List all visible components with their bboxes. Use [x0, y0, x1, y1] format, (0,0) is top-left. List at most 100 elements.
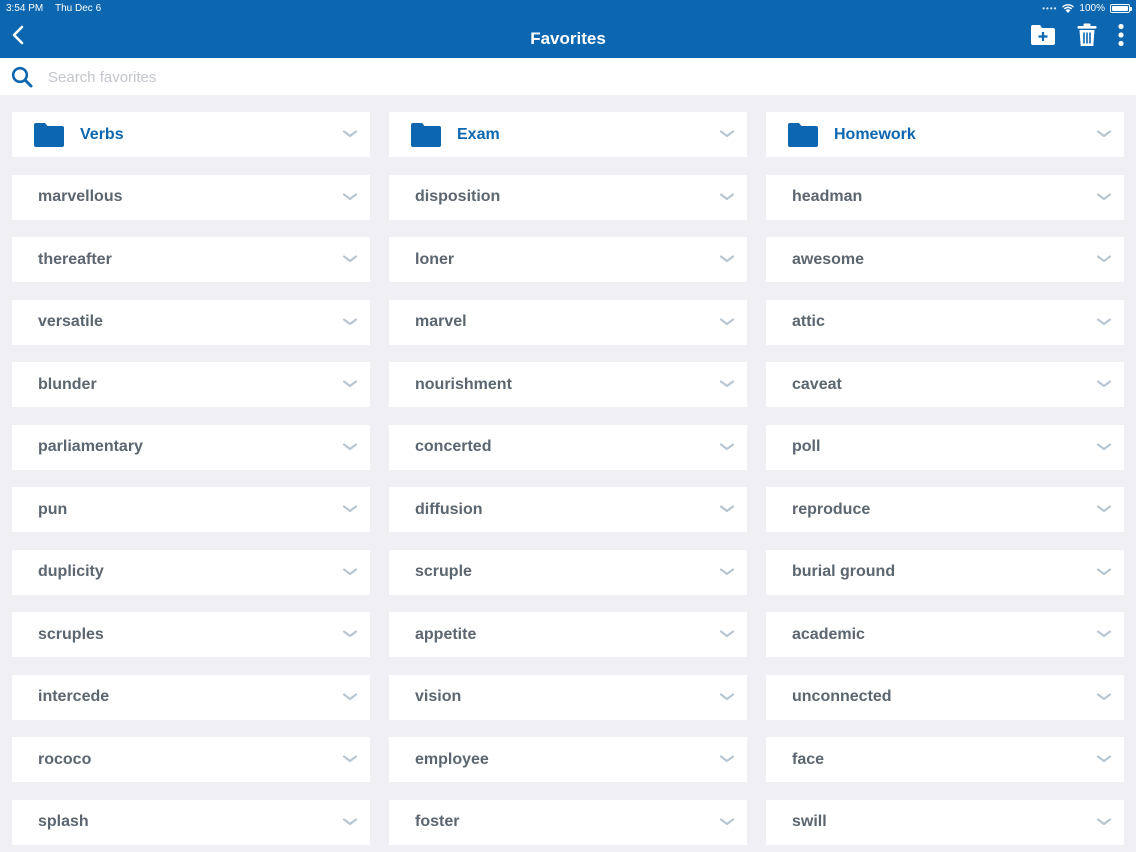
favorite-word-item[interactable]: marvel — [389, 299, 747, 345]
new-folder-icon[interactable] — [1030, 23, 1056, 47]
word-label: rococo — [38, 750, 92, 768]
favorite-word-item[interactable]: marvellous — [12, 174, 370, 220]
search-input[interactable] — [48, 66, 1118, 88]
word-label: loner — [415, 250, 455, 268]
favorite-word-item[interactable]: face — [766, 737, 1124, 782]
favorite-word-item[interactable]: disposition — [389, 174, 747, 220]
word-label: marvellous — [38, 188, 123, 205]
word-label: nourishment — [415, 375, 512, 393]
favorite-word-item[interactable]: vision — [389, 674, 747, 720]
favorite-word-item[interactable]: attic — [766, 299, 1124, 345]
word-label: awesome — [792, 250, 865, 268]
chevron-down-icon[interactable] — [342, 817, 358, 827]
chevron-down-icon[interactable] — [719, 317, 735, 327]
favorite-word-item[interactable]: intercede — [12, 674, 370, 720]
chevron-down-icon[interactable] — [1096, 254, 1112, 264]
word-label: disposition — [415, 188, 501, 205]
status-time: 3:54 PM — [6, 3, 44, 14]
word-label: scruple — [415, 563, 472, 580]
chevron-down-icon[interactable] — [342, 692, 358, 702]
chevron-down-icon[interactable] — [1096, 379, 1112, 389]
folder-icon — [788, 122, 818, 147]
folder-card[interactable]: Exam — [389, 112, 747, 157]
chevron-down-icon[interactable] — [1096, 442, 1112, 452]
chevron-down-icon[interactable] — [719, 754, 735, 764]
battery-percent: 100% — [1079, 3, 1105, 14]
chevron-down-icon[interactable] — [1096, 754, 1112, 764]
word-label: unconnected — [792, 688, 892, 705]
favorite-word-item[interactable]: reproduce — [766, 487, 1124, 532]
favorite-word-item[interactable]: diffusion — [389, 487, 747, 532]
favorite-word-item[interactable]: poll — [766, 424, 1124, 470]
chevron-down-icon[interactable] — [1096, 817, 1112, 827]
chevron-down-icon[interactable] — [1096, 504, 1112, 514]
chevron-down-icon[interactable] — [719, 817, 735, 827]
chevron-down-icon[interactable] — [342, 754, 358, 764]
chevron-down-icon[interactable] — [719, 192, 735, 202]
chevron-down-icon[interactable] — [342, 442, 358, 452]
word-label: appetite — [415, 625, 477, 643]
favorite-word-item[interactable]: blunder — [12, 362, 370, 407]
word-label: blunder — [38, 375, 97, 393]
word-label: foster — [415, 813, 460, 830]
chevron-down-icon[interactable] — [342, 317, 358, 327]
chevron-down-icon[interactable] — [342, 567, 358, 577]
favorite-word-item[interactable]: pun — [12, 487, 370, 532]
word-label: employee — [415, 750, 489, 768]
more-vertical-icon[interactable] — [1116, 23, 1126, 47]
status-date: Thu Dec 6 — [55, 3, 102, 14]
chevron-down-icon[interactable] — [342, 192, 358, 202]
favorite-word-item[interactable]: thereafter — [12, 237, 370, 282]
word-label: swill — [792, 813, 827, 830]
chevron-down-icon[interactable] — [719, 254, 735, 264]
favorite-word-item[interactable]: parliamentary — [12, 424, 370, 470]
chevron-down-icon[interactable] — [342, 629, 358, 639]
word-label: thereafter — [38, 250, 112, 268]
chevron-down-icon[interactable] — [1096, 692, 1112, 702]
favorite-word-item[interactable]: versatile — [12, 299, 370, 345]
chevron-down-icon[interactable] — [342, 254, 358, 264]
trash-icon[interactable] — [1077, 23, 1097, 47]
favorite-word-item[interactable]: duplicity — [12, 549, 370, 595]
word-label: poll — [792, 438, 821, 455]
chevron-down-icon[interactable] — [719, 504, 735, 514]
chevron-down-icon[interactable] — [342, 129, 358, 139]
favorite-word-item[interactable]: caveat — [766, 362, 1124, 407]
favorite-word-item[interactable]: scruple — [389, 549, 747, 595]
favorite-word-item[interactable]: burial ground — [766, 549, 1124, 595]
favorite-word-item[interactable]: academic — [766, 612, 1124, 657]
favorite-word-item[interactable]: employee — [389, 737, 747, 782]
favorite-word-item[interactable]: appetite — [389, 612, 747, 657]
chevron-down-icon[interactable] — [342, 379, 358, 389]
folder-icon — [34, 122, 64, 147]
favorite-word-item[interactable]: nourishment — [389, 362, 747, 407]
favorite-word-item[interactable]: awesome — [766, 237, 1124, 282]
favorite-word-item[interactable]: loner — [389, 237, 747, 282]
word-label: face — [792, 750, 825, 768]
favorite-word-item[interactable]: splash — [12, 799, 370, 845]
favorite-word-item[interactable]: foster — [389, 799, 747, 845]
word-label: duplicity — [38, 563, 104, 580]
chevron-down-icon[interactable] — [719, 129, 735, 139]
favorite-word-item[interactable]: rococo — [12, 737, 370, 782]
favorite-word-item[interactable]: unconnected — [766, 674, 1124, 720]
top-bar: 3:54 PM Thu Dec 6 •••• 100% Favorites — [0, 0, 1136, 58]
chevron-down-icon[interactable] — [719, 379, 735, 389]
folder-card[interactable]: Homework — [766, 112, 1124, 157]
chevron-down-icon[interactable] — [1096, 129, 1112, 139]
favorite-word-item[interactable]: scruples — [12, 612, 370, 657]
favorite-word-item[interactable]: headman — [766, 174, 1124, 220]
chevron-down-icon[interactable] — [1096, 317, 1112, 327]
chevron-down-icon[interactable] — [1096, 629, 1112, 639]
chevron-down-icon[interactable] — [719, 567, 735, 577]
chevron-down-icon[interactable] — [342, 504, 358, 514]
chevron-down-icon[interactable] — [719, 692, 735, 702]
chevron-down-icon[interactable] — [1096, 192, 1112, 202]
wifi-icon — [1062, 4, 1075, 13]
folder-card[interactable]: Verbs — [12, 112, 370, 157]
chevron-down-icon[interactable] — [719, 442, 735, 452]
favorite-word-item[interactable]: swill — [766, 799, 1124, 845]
favorite-word-item[interactable]: concerted — [389, 424, 747, 470]
chevron-down-icon[interactable] — [1096, 567, 1112, 577]
chevron-down-icon[interactable] — [719, 629, 735, 639]
